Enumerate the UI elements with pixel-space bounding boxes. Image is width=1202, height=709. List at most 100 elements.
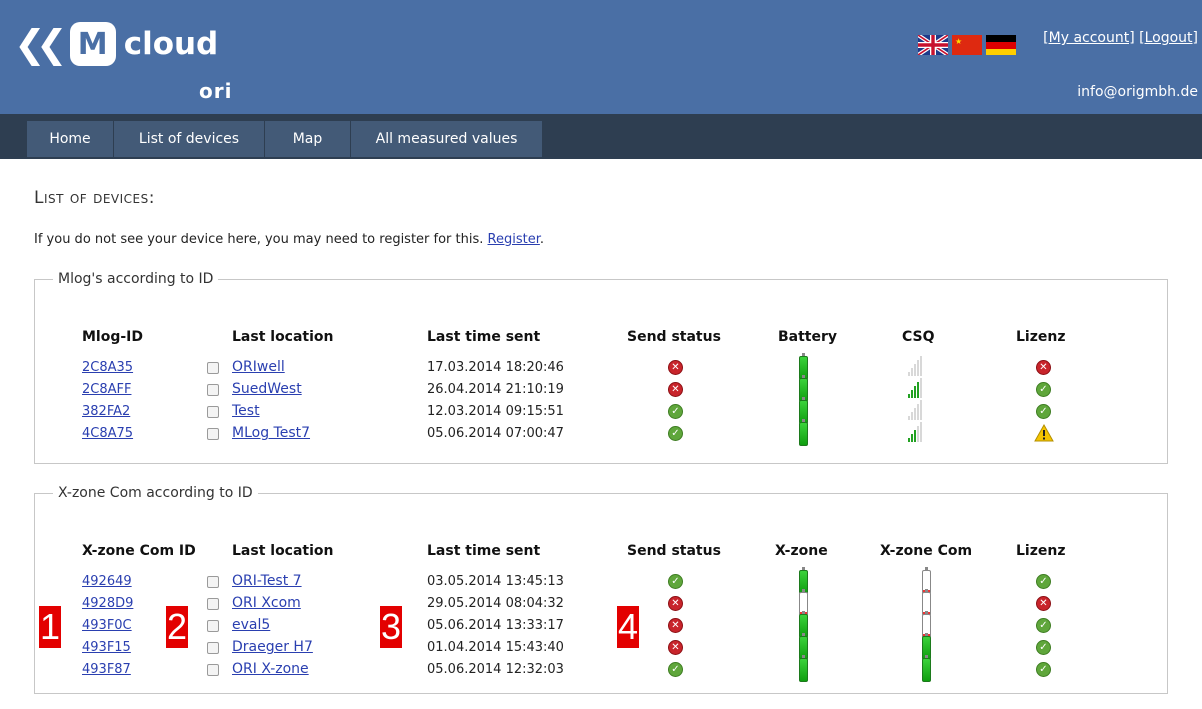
device-id-link[interactable]: 492649 [82,574,132,589]
location-link[interactable]: Test [232,403,260,419]
logo-m-badge: M [69,22,116,66]
lizenz-error-icon: ✕ [1036,596,1051,611]
send-status-ok-icon: ✓ [668,426,683,441]
select-checkbox[interactable] [207,362,219,374]
last-time-sent: 03.05.2014 13:45:13 [427,574,564,589]
device-id-link[interactable]: 2C8AFF [82,382,131,397]
svg-text:★: ★ [955,37,962,46]
device-id-link[interactable]: 493F87 [82,662,131,677]
my-account-link[interactable]: [My account] [1043,30,1135,46]
lizenz-ok-icon: ✓ [1036,640,1051,655]
register-hint-text: If you do not see your device here, you … [34,232,484,247]
select-checkbox[interactable] [207,598,219,610]
send-status-error-icon: ✕ [668,360,683,375]
col-header-csq: CSQ [902,329,935,345]
lizenz-ok-icon: ✓ [1036,618,1051,633]
select-checkbox[interactable] [207,576,219,588]
xzone-group-legend: X-zone Com according to ID [58,485,253,501]
col-header-xzone-com-id: X-zone Com ID [82,543,196,559]
last-time-sent: 05.06.2014 07:00:47 [427,426,564,441]
tab-all-measured-values[interactable]: All measured values [351,121,543,157]
lizenz-error-icon: ✕ [1036,360,1051,375]
col-header-last-time-sent: Last time sent [427,329,541,345]
lizenz-warning-icon [1034,424,1054,442]
location-link[interactable]: MLog Test7 [232,425,310,441]
user-email: info@origmbh.de [1077,84,1198,100]
germany-flag-icon[interactable] [986,35,1016,55]
xzone-com-battery-icon [922,655,931,682]
send-status-error-icon: ✕ [668,596,683,611]
select-checkbox[interactable] [207,620,219,632]
location-link[interactable]: SuedWest [232,381,302,397]
send-status-error-icon: ✕ [668,618,683,633]
lizenz-ok-icon: ✓ [1036,404,1051,419]
mcloud-logo[interactable]: ❮❮ M cloud [14,22,218,102]
col-header-last-location: Last location [232,329,334,345]
location-link[interactable]: Draeger H7 [232,639,313,655]
col-header-mlog-id: Mlog-ID [82,329,144,345]
select-checkbox[interactable] [207,384,219,396]
signal-strength-icon [908,400,922,420]
lizenz-ok-icon: ✓ [1036,662,1051,677]
last-time-sent: 17.03.2014 18:20:46 [427,360,564,375]
tab-list-of-devices[interactable]: List of devices [114,121,265,157]
location-link[interactable]: ORI X-zone [232,661,309,677]
col-header-battery: Battery [778,329,838,345]
select-checkbox[interactable] [207,664,219,676]
main-navigation: Home List of devices Map All measured va… [0,114,1202,159]
china-flag-icon[interactable]: ★ [952,35,982,55]
last-time-sent: 05.06.2014 12:32:03 [427,662,564,677]
battery-battery-icon [799,419,808,446]
ori-logo-text: ori [199,79,233,103]
last-time-sent: 01.04.2014 15:43:40 [427,640,564,655]
device-id-link[interactable]: 382FA2 [82,404,130,419]
signal-strength-icon [908,422,922,442]
col-header-last-location: Last location [232,543,334,559]
send-status-ok-icon: ✓ [668,574,683,589]
page-title: List of devices: [34,188,155,208]
lizenz-ok-icon: ✓ [1036,382,1051,397]
select-checkbox[interactable] [207,642,219,654]
select-checkbox[interactable] [207,428,219,440]
annotation-marker-2: 2 [166,606,188,648]
logout-link[interactable]: [Logout] [1139,30,1198,46]
device-id-link[interactable]: 4928D9 [82,596,133,611]
device-id-link[interactable]: 4C8A75 [82,426,133,441]
select-checkbox[interactable] [207,406,219,418]
uk-flag-icon[interactable] [918,35,948,55]
language-flags: ★ [918,35,1016,55]
page-header: ❮❮ M cloud ori ★ [My account] [Logout] i… [0,0,1202,114]
register-link[interactable]: Register [488,232,540,247]
annotation-marker-1: 1 [39,606,61,648]
col-header-xzone-com: X-zone Com [880,543,973,559]
send-status-error-icon: ✕ [668,640,683,655]
location-link[interactable]: ORIwell [232,359,285,375]
xzone-devices-group: X-zone Com according to ID X-zone Com ID… [34,485,1168,694]
signal-strength-icon [908,356,922,376]
tab-map[interactable]: Map [265,121,351,157]
last-time-sent: 05.06.2014 13:33:17 [427,618,564,633]
location-link[interactable]: ORI-Test 7 [232,573,302,589]
location-link[interactable]: eval5 [232,617,270,633]
register-hint-end: . [539,232,545,247]
annotation-marker-3: 3 [380,606,402,648]
col-header-last-time-sent: Last time sent [427,543,541,559]
lizenz-ok-icon: ✓ [1036,574,1051,589]
device-id-link[interactable]: 493F0C [82,618,132,633]
col-header-send-status: Send status [627,329,721,345]
device-id-link[interactable]: 2C8A35 [82,360,133,375]
tab-home[interactable]: Home [27,121,114,157]
register-hint: If you do not see your device here, you … [34,232,544,247]
signal-strength-icon [908,378,922,398]
location-link[interactable]: ORI Xcom [232,595,301,611]
send-status-ok-icon: ✓ [668,662,683,677]
annotation-marker-4: 4 [617,606,639,648]
mlog-group-legend: Mlog's according to ID [58,271,214,287]
send-status-error-icon: ✕ [668,382,683,397]
last-time-sent: 26.04.2014 21:10:19 [427,382,564,397]
col-header-lizenz: Lizenz [1016,329,1066,345]
device-id-link[interactable]: 493F15 [82,640,131,655]
col-header-lizenz: Lizenz [1016,543,1066,559]
send-status-ok-icon: ✓ [668,404,683,419]
last-time-sent: 12.03.2014 09:15:51 [427,404,564,419]
